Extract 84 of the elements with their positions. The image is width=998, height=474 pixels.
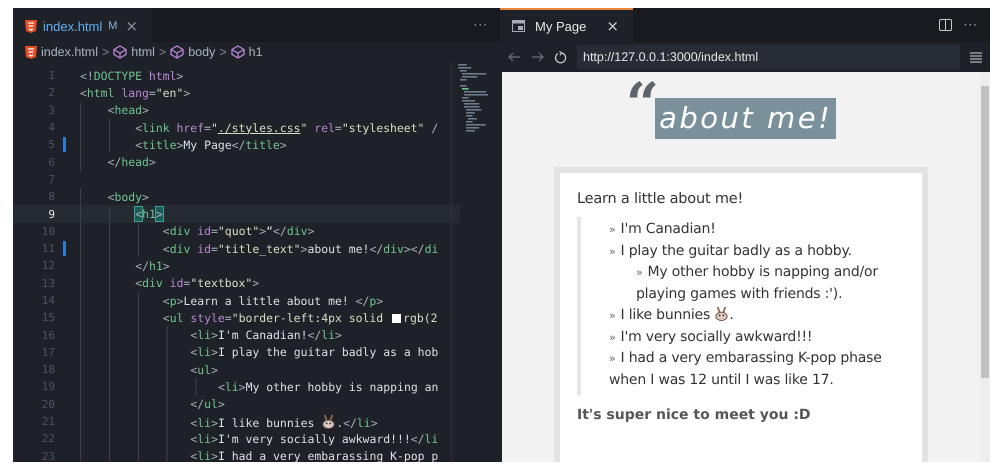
code-line: <head> xyxy=(108,103,149,118)
page-title: about me! xyxy=(655,98,836,139)
html-file-icon xyxy=(25,46,37,58)
breadcrumb-item[interactable]: html xyxy=(131,45,155,59)
cube-icon xyxy=(170,45,184,59)
code-line: <body> xyxy=(108,190,149,204)
color-swatch[interactable] xyxy=(392,314,402,323)
list-item: » I had a very embarassing K-pop phase when I was 12 until I was like 17. xyxy=(609,349,883,390)
close-tab-button[interactable]: × xyxy=(123,17,140,35)
line-number: 6 xyxy=(47,156,55,169)
breadcrumb-item[interactable]: index.html xyxy=(41,45,98,59)
code-line: <li>I'm very socially awkward!!!</li xyxy=(190,432,438,446)
line-number: 2 xyxy=(47,86,55,100)
line-number: 18 xyxy=(40,363,55,376)
more-actions-button[interactable]: ··· xyxy=(952,18,990,32)
scrollbar[interactable] xyxy=(980,72,990,462)
modified-indicator: M xyxy=(108,20,118,32)
code-line: <h1> xyxy=(135,207,163,222)
tab-filename: index.html xyxy=(43,18,102,34)
line-number: 23 xyxy=(40,450,55,462)
code-line: <!DOCTYPE html> xyxy=(80,68,184,83)
breadcrumb-separator: > xyxy=(219,45,227,59)
rabbit-icon xyxy=(321,414,336,429)
code-line: <html lang="en"> xyxy=(80,86,190,100)
breadcrumb-separator: > xyxy=(102,45,110,59)
code-line: <div id="title_text">about me!</div></di xyxy=(162,242,438,256)
code-line: </ul> xyxy=(190,397,225,412)
line-number: 17 xyxy=(40,346,55,359)
line-number: 10 xyxy=(40,224,55,238)
address-field[interactable]: http://127.0.0.1:3000/index.html xyxy=(577,45,960,69)
code-line: <ul> xyxy=(190,362,218,377)
code-line: <p>Learn a little about me! </p> xyxy=(162,294,384,308)
code-line: </head> xyxy=(108,155,156,170)
cube-icon xyxy=(230,45,245,59)
list-item: » I play the guitar badly as a hobby. xyxy=(609,242,853,260)
code-line: </h1> xyxy=(135,258,170,273)
line-number: 4 xyxy=(47,121,55,134)
split-editor-icon[interactable] xyxy=(938,19,952,31)
menu-icon[interactable] xyxy=(970,52,982,62)
cube-icon xyxy=(113,45,128,59)
code-line: <li>My other hobby is napping an xyxy=(218,380,438,394)
list-item: » I like bunnies . xyxy=(609,305,735,325)
breadcrumb-item[interactable]: h1 xyxy=(248,45,263,59)
code-line: <li>I like bunnies .</li> xyxy=(190,414,378,430)
closing-text: It's super nice to meet you :D xyxy=(577,407,812,423)
breadcrumb-item[interactable]: body xyxy=(188,45,216,59)
code-line: <li>I'm Canadian!</li> xyxy=(190,328,342,342)
line-number: 22 xyxy=(40,432,55,446)
line-number: 3 xyxy=(47,104,55,117)
line-number: 8 xyxy=(47,190,55,204)
line-number: 12 xyxy=(40,259,55,272)
browser-window-icon xyxy=(512,20,525,32)
html-file-icon xyxy=(25,20,37,32)
line-number: 13 xyxy=(40,276,55,290)
breadcrumb-separator: > xyxy=(158,45,166,59)
intro-text: Learn a little about me! xyxy=(577,191,744,207)
code-line: <title>My Page</title> xyxy=(135,138,287,152)
code-line: <link href="./styles.css" rel="stylesheet" / xyxy=(135,120,438,135)
preview-tab[interactable]: My Page × xyxy=(500,8,633,42)
list-item: » My other hobby is napping and/or playing games with friends :'). xyxy=(636,263,880,304)
list-item: » I'm very socially awkward!!! xyxy=(609,328,814,346)
editor-tab[interactable]: index.html M × xyxy=(13,8,152,42)
line-number: 7 xyxy=(47,172,55,186)
line-number: 9 xyxy=(47,208,55,221)
line-number: 19 xyxy=(40,380,55,394)
tab-title: My Page xyxy=(535,18,586,34)
more-actions-button[interactable]: ··· xyxy=(462,8,500,42)
line-number: 15 xyxy=(40,311,55,324)
code-line: <div id="textbox"> xyxy=(135,276,260,290)
code-line: <ul style="border-left:4px solid rgb(2 xyxy=(162,310,438,325)
code-line: <li>I play the guitar badly as a hob xyxy=(190,345,438,360)
line-number: 11 xyxy=(40,242,55,256)
line-number: 21 xyxy=(40,415,55,428)
line-number: 16 xyxy=(40,328,55,342)
list-item: » I'm Canadian! xyxy=(609,220,717,239)
forward-arrow-icon[interactable] xyxy=(531,52,544,62)
reload-icon[interactable] xyxy=(554,50,567,64)
line-number: 5 xyxy=(47,138,55,152)
line-number: 14 xyxy=(40,294,55,307)
back-arrow-icon[interactable] xyxy=(508,52,521,62)
close-tab-button[interactable]: × xyxy=(604,17,621,35)
line-number: 20 xyxy=(40,398,55,411)
code-line: <div id="quot">“</div> xyxy=(162,224,314,238)
line-number: 1 xyxy=(47,69,55,82)
